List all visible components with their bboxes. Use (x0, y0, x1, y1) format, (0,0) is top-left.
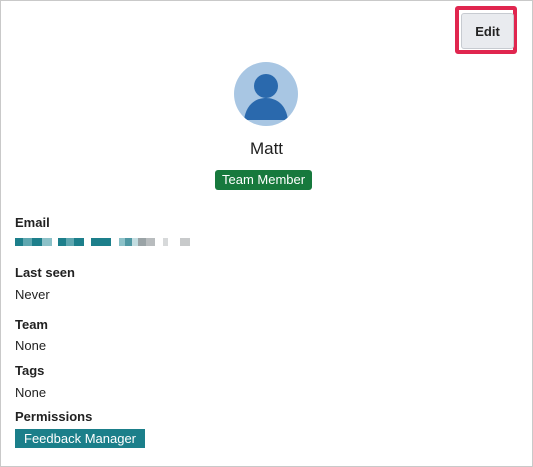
edit-button[interactable]: Edit (461, 13, 514, 49)
user-name: Matt (249, 139, 284, 158)
permission-badge: Feedback Manager (15, 429, 146, 448)
role-badge: Team Member (215, 170, 313, 190)
tags-value: None (15, 385, 47, 400)
team-value: None (15, 338, 47, 353)
email-label: Email (15, 215, 50, 230)
email-value-redacted (15, 238, 190, 246)
last-seen-label: Last seen (15, 265, 75, 280)
user-avatar-icon (234, 62, 298, 126)
team-label: Team (15, 317, 48, 332)
last-seen-value: Never (15, 287, 50, 302)
tags-label: Tags (15, 363, 45, 378)
permissions-label: Permissions (15, 409, 93, 424)
